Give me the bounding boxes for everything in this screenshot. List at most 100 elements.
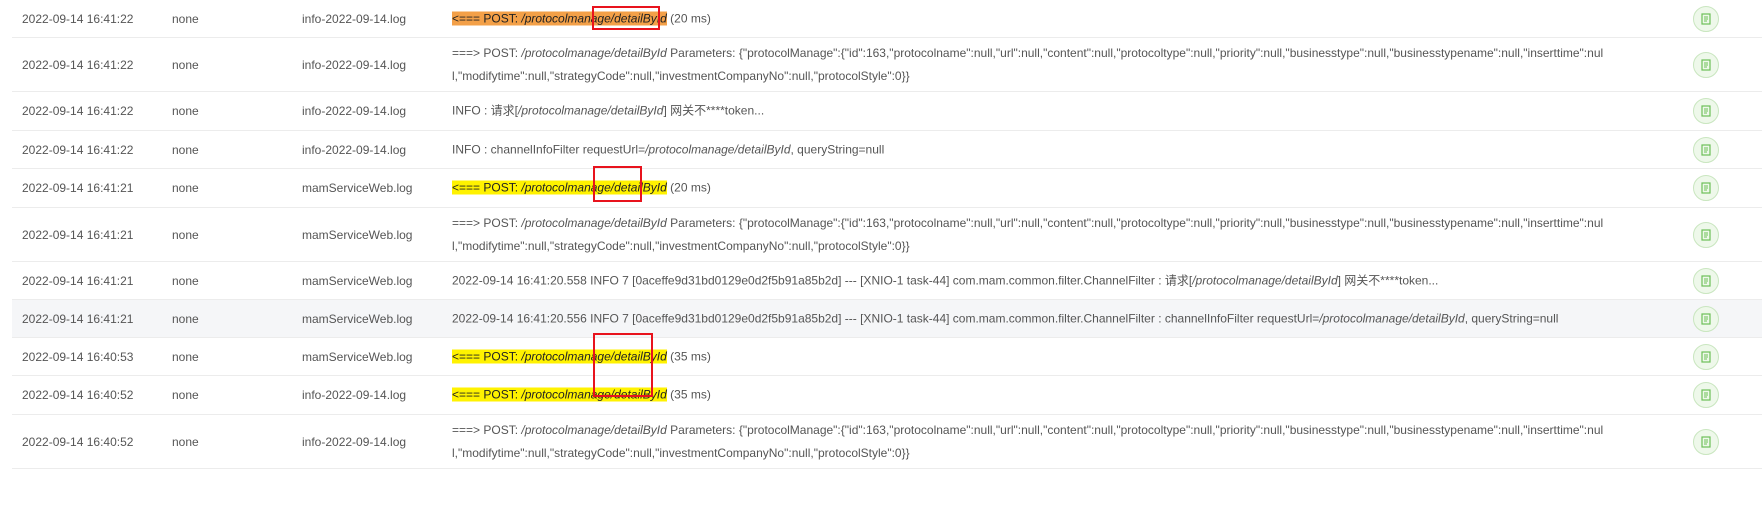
log-message: 2022-09-14 16:41:20.558 INFO 7 [0aceffe9…	[452, 269, 1612, 292]
table-row[interactable]: 2022-09-14 16:41:21 none mamServiceWeb.log…	[12, 208, 1762, 262]
log-message: 2022-09-14 16:41:20.556 INFO 7 [0aceffe9…	[452, 307, 1612, 330]
request-prefix: ===> POST:	[452, 45, 522, 60]
request-path: /protocolmanage/detailById	[521, 215, 667, 230]
log-user: none	[172, 273, 199, 288]
table-row[interactable]: 2022-09-14 16:41:22 none info-2022-09-14.l…	[12, 38, 1762, 92]
document-icon-button[interactable]	[1693, 98, 1719, 124]
annotation-box-duration-3	[593, 333, 653, 397]
table-row[interactable]: 2022-09-14 16:41:21 none mamServiceWeb.log…	[12, 262, 1762, 300]
document-icon-button[interactable]	[1693, 343, 1719, 370]
log-user: none	[172, 57, 199, 72]
log-user: none	[172, 434, 199, 449]
table-row[interactable]: 2022-09-14 16:40:52 none info-2022-09-14.l…	[12, 415, 1762, 469]
log-message: ===> POST: /protocolmanage/detailById Pa…	[452, 212, 1612, 258]
request-prefix: <=== POST:	[452, 387, 522, 402]
log-file: mamServiceWeb.log	[302, 181, 413, 195]
message-post: , queryString=null	[1464, 311, 1559, 325]
document-icon	[1701, 12, 1711, 25]
params-line-1: Parameters: {"protocolManage":{"id":163,…	[666, 422, 1604, 437]
request-path: /protocolmanage/detailById	[1319, 311, 1465, 325]
request-prefix: <=== POST:	[452, 11, 522, 25]
log-file: mamServiceWeb.log	[302, 311, 413, 326]
request-duration: (35 ms)	[670, 349, 711, 363]
table-row[interactable]: 2022-09-14 16:41:22 none info-2022-09-14.l…	[12, 92, 1762, 131]
log-file: info-2022-09-14.log	[302, 11, 407, 26]
document-icon-button[interactable]	[1693, 175, 1719, 201]
request-prefix: <=== POST:	[452, 180, 522, 195]
document-icon	[1701, 228, 1711, 241]
document-icon	[1701, 435, 1711, 448]
request-path: /protocolmanage/detailById	[1192, 273, 1338, 287]
params-line-1: Parameters: {"protocolManage":{"id":163,…	[666, 45, 1604, 60]
document-icon	[1701, 58, 1711, 71]
document-icon-button[interactable]	[1693, 382, 1719, 408]
table-row[interactable]: 2022-09-14 16:41:21 none mamServiceWeb.log…	[12, 169, 1762, 208]
message-pre: INFO : 请求[	[452, 103, 519, 118]
params-line-1: Parameters: {"protocolManage":{"id":163,…	[666, 215, 1604, 230]
log-file: mamServiceWeb.log	[302, 273, 413, 288]
message-post: , queryString=null	[790, 142, 885, 156]
log-message: INFO : 请求[/protocolmanage/detailById] 网关…	[452, 100, 1612, 123]
log-message: ===> POST: /protocolmanage/detailById Pa…	[452, 42, 1612, 88]
request-path: /protocolmanage/detailById	[518, 103, 664, 118]
log-user: none	[172, 11, 199, 26]
log-user: none	[172, 388, 199, 402]
log-time: 2022-09-14 16:40:52	[22, 434, 134, 449]
log-file: mamServiceWeb.log	[302, 349, 413, 364]
document-icon-button[interactable]	[1693, 5, 1719, 32]
table-row[interactable]: 2022-09-14 16:40:53 none mamServiceWeb.log…	[12, 338, 1762, 376]
log-time: 2022-09-14 16:40:53	[22, 349, 134, 364]
log-file: info-2022-09-14.log	[302, 57, 407, 72]
log-time: 2022-09-14 16:41:21	[22, 273, 134, 288]
log-file: info-2022-09-14.log	[302, 434, 407, 449]
message-pre: INFO : channelInfoFilter requestUrl=	[452, 142, 646, 156]
log-message: INFO : channelInfoFilter requestUrl=/pro…	[452, 138, 1612, 161]
request-prefix: ===> POST:	[452, 422, 522, 437]
document-icon-button[interactable]	[1693, 51, 1719, 78]
table-row[interactable]: 2022-09-14 16:40:52 none info-2022-09-14.l…	[12, 376, 1762, 415]
log-time: 2022-09-14 16:41:21	[22, 181, 134, 195]
log-time: 2022-09-14 16:41:22	[22, 11, 134, 26]
log-time: 2022-09-14 16:40:52	[22, 388, 134, 402]
request-path: /protocolmanage/detailById	[645, 142, 791, 156]
document-icon-button[interactable]	[1693, 221, 1719, 248]
request-path: /protocolmanage/detailById	[521, 422, 667, 437]
request-duration: (35 ms)	[670, 387, 711, 402]
request-path: /protocolmanage/detailById	[521, 45, 667, 60]
log-user: none	[172, 227, 199, 242]
log-user: none	[172, 311, 199, 326]
log-time: 2022-09-14 16:41:22	[22, 57, 134, 72]
message-post: ] 网关不****token...	[663, 103, 765, 118]
table-row[interactable]: 2022-09-14 16:41:22 none info-2022-09-14.l…	[12, 131, 1762, 169]
log-file: info-2022-09-14.log	[302, 142, 407, 157]
log-user: none	[172, 142, 199, 157]
document-icon-button[interactable]	[1693, 267, 1719, 294]
document-icon	[1701, 350, 1711, 363]
annotation-box-duration-1	[592, 6, 660, 30]
document-icon	[1701, 182, 1711, 194]
log-user: none	[172, 181, 199, 195]
log-time: 2022-09-14 16:41:21	[22, 227, 134, 242]
message-pre: 2022-09-14 16:41:20.556 INFO 7 [0aceffe9…	[452, 311, 1320, 325]
document-icon	[1701, 105, 1711, 117]
log-message: ===> POST: /protocolmanage/detailById Pa…	[452, 419, 1612, 465]
document-icon	[1701, 143, 1711, 156]
document-icon	[1701, 274, 1711, 287]
table-row[interactable]: 2022-09-14 16:41:22 none info-2022-09-14.l…	[12, 0, 1762, 38]
annotation-box-duration-2	[593, 166, 642, 202]
log-user: none	[172, 104, 199, 118]
request-prefix: ===> POST:	[452, 215, 522, 230]
message-pre: 2022-09-14 16:41:20.558 INFO 7 [0aceffe9…	[452, 273, 1193, 287]
request-prefix: <=== POST:	[452, 349, 522, 363]
document-icon-button[interactable]	[1693, 305, 1719, 332]
table-row[interactable]: 2022-09-14 16:41:21 none mamServiceWeb.log…	[12, 300, 1762, 338]
message-post: ] 网关不****token...	[1337, 273, 1439, 287]
log-file: info-2022-09-14.log	[302, 388, 407, 402]
request-duration: (20 ms)	[670, 11, 711, 25]
log-file: mamServiceWeb.log	[302, 227, 413, 242]
params-line-2: l,"modifytime":null,"strategyCode":null,…	[452, 68, 910, 83]
document-icon-button[interactable]	[1693, 136, 1719, 163]
document-icon-button[interactable]	[1693, 428, 1719, 455]
log-time: 2022-09-14 16:41:21	[22, 311, 134, 326]
log-time: 2022-09-14 16:41:22	[22, 142, 134, 157]
